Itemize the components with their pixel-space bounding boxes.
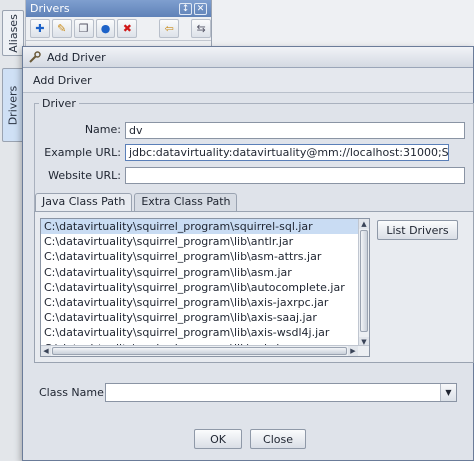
list-item[interactable]: C:\datavirtuality\squirrel_program\lib\a… — [41, 265, 360, 280]
side-tab-drivers[interactable]: Drivers — [2, 68, 24, 142]
vertical-scrollbar[interactable]: ▲ ▼ — [358, 219, 369, 347]
driver-group-label: Driver — [39, 97, 79, 110]
scroll-right-icon[interactable]: ▶ — [348, 346, 358, 356]
delete-driver-icon[interactable]: ✖ — [117, 19, 138, 38]
list-item[interactable]: C:\datavirtuality\squirrel_program\lib\a… — [41, 310, 360, 325]
side-tab-aliases[interactable]: Aliases — [2, 10, 24, 56]
example-url-label: Example URL: — [44, 146, 121, 159]
wrench-icon — [29, 50, 41, 63]
panel-close-button[interactable]: ✕ — [194, 2, 207, 15]
class-name-label: Class Name: — [39, 386, 108, 399]
back-arrow-icon[interactable]: ⇦ — [159, 19, 180, 38]
dialog-titlebar: Add Driver — [23, 47, 473, 68]
dialog-header: Add Driver — [23, 68, 473, 93]
list-item[interactable]: C:\datavirtuality\squirrel_program\lib\a… — [41, 249, 360, 264]
horizontal-scrollbar[interactable]: ◀ ▶ — [41, 345, 369, 356]
drivers-panel-title: Drivers — [30, 2, 70, 15]
add-driver-dialog: Add Driver Add Driver Driver Name: dv Ex… — [22, 46, 474, 461]
close-button[interactable]: Close — [250, 429, 306, 449]
class-name-combobox[interactable]: ▼ — [105, 383, 457, 402]
example-url-field[interactable]: jdbc:datavirtuality:datavirtuality@mm://… — [125, 144, 449, 161]
classpath-list[interactable]: C:\datavirtuality\squirrel_program\squir… — [40, 218, 370, 357]
list-item[interactable]: C:\datavirtuality\squirrel_program\squir… — [41, 219, 360, 235]
classpath-tabs: Java Class Path Extra Class Path — [35, 193, 239, 212]
list-item[interactable]: C:\datavirtuality\squirrel_program\lib\a… — [41, 295, 360, 310]
scroll-left-icon[interactable]: ◀ — [41, 346, 51, 356]
tab-extra-class-path[interactable]: Extra Class Path — [134, 193, 238, 211]
classpath-tab-panel: C:\datavirtuality\squirrel_program\squir… — [34, 211, 474, 363]
chevron-down-icon[interactable]: ▼ — [440, 384, 456, 401]
scroll-up-icon[interactable]: ▲ — [359, 219, 369, 229]
add-driver-icon[interactable]: ✚ — [30, 19, 50, 38]
dialog-title: Add Driver — [47, 50, 106, 64]
name-field[interactable]: dv — [125, 122, 465, 139]
copy-driver-icon[interactable]: ❐ — [73, 19, 94, 38]
list-item[interactable]: C:\datavirtuality\squirrel_program\lib\a… — [41, 234, 360, 249]
side-tab-aliases-label: Aliases — [6, 13, 20, 53]
drivers-panel-titlebar: Drivers ↕ ✕ — [26, 0, 211, 17]
ok-button[interactable]: OK — [194, 429, 242, 449]
vertical-scroll-thumb[interactable] — [360, 230, 368, 332]
tab-java-class-path[interactable]: Java Class Path — [35, 193, 133, 212]
side-tab-drivers-label: Drivers — [6, 85, 20, 125]
drivers-toolbar: ✚ ✎ ❐ ● ✖ ⇦ ⇆ — [26, 17, 212, 41]
horizontal-scroll-thumb[interactable] — [52, 347, 347, 355]
panel-move-button[interactable]: ↕ — [179, 2, 192, 15]
list-item[interactable]: C:\datavirtuality\squirrel_program\lib\a… — [41, 325, 360, 340]
edit-driver-icon[interactable]: ✎ — [51, 19, 72, 38]
list-drivers-button[interactable]: List Drivers — [377, 220, 458, 240]
name-label: Name: — [84, 123, 121, 136]
website-url-field[interactable] — [125, 167, 465, 184]
list-item[interactable]: C:\datavirtuality\squirrel_program\lib\a… — [41, 280, 360, 295]
swap-icon[interactable]: ⇆ — [191, 19, 212, 38]
globe-icon[interactable]: ● — [95, 19, 116, 38]
website-url-label: Website URL: — [48, 169, 121, 182]
